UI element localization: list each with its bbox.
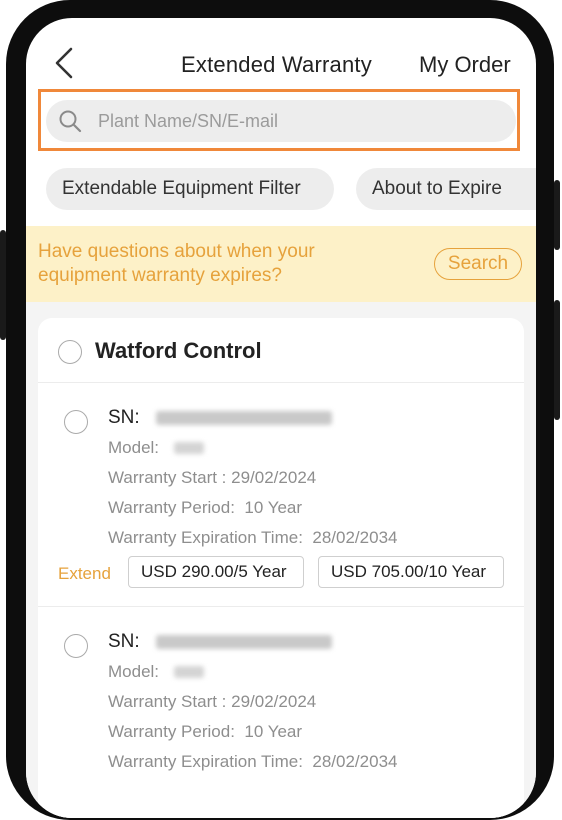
page-title: Extended Warranty xyxy=(181,52,372,77)
sn-value-redacted xyxy=(156,411,332,425)
back-arrow-icon xyxy=(55,47,73,79)
warranty-period-label: Warranty Period: xyxy=(108,722,235,741)
device-select-radio[interactable] xyxy=(64,634,88,658)
phone-side-button-right xyxy=(554,300,560,420)
plant-name: Watford Control xyxy=(95,338,262,363)
back-button[interactable] xyxy=(52,46,78,80)
warranty-expiration-value: 28/02/2034 xyxy=(312,528,398,547)
device-select-radio[interactable] xyxy=(64,410,88,434)
model-label: Model: xyxy=(108,438,160,457)
warranty-start-row: Warranty Start : 29/02/2024 xyxy=(108,692,316,712)
warranty-expiration-row: Warranty Expiration Time: 28/02/2034 xyxy=(108,752,397,772)
warranty-expiration-label: Warranty Expiration Time: xyxy=(108,528,303,547)
warranty-period-value: 10 Year xyxy=(244,722,303,741)
filter-chips: Extendable Equipment Filter About to Exp… xyxy=(46,168,536,210)
info-banner: Have questions about when your equipment… xyxy=(26,226,536,302)
warranty-expiration-value: 28/02/2034 xyxy=(312,752,398,771)
device-item: SN: Model: Warranty Start : 29/02/2024 W… xyxy=(38,386,524,606)
model-value-redacted xyxy=(174,666,204,678)
device-item: SN: Model: Warranty Start : 29/02/2024 W… xyxy=(38,610,524,818)
banner-search-button[interactable]: Search xyxy=(434,248,522,280)
warranty-expiration-label: Warranty Expiration Time: xyxy=(108,752,303,771)
warranty-period-row: Warranty Period: 10 Year xyxy=(108,722,302,742)
item-divider xyxy=(38,606,524,607)
search-icon xyxy=(59,110,82,133)
model-label: Model: xyxy=(108,662,160,681)
extend-label: Extend xyxy=(58,564,111,583)
warranty-start-value: 29/02/2024 xyxy=(231,468,317,487)
model-value-redacted xyxy=(174,442,204,454)
warranty-period-row: Warranty Period: 10 Year xyxy=(108,498,302,518)
group-select-radio[interactable] xyxy=(58,340,82,364)
my-order-link[interactable]: My Order xyxy=(419,52,511,78)
warranty-period-label: Warranty Period: xyxy=(108,498,235,517)
sn-value-redacted xyxy=(156,635,332,649)
card-divider xyxy=(38,382,524,383)
top-bar: Extended Warranty My Order xyxy=(26,18,536,98)
filter-chip-about-to-expire[interactable]: About to Expire xyxy=(356,168,536,210)
banner-text: Have questions about when your equipment… xyxy=(38,241,315,286)
warranty-start-value: 29/02/2024 xyxy=(231,692,317,711)
phone-side-button-right-top xyxy=(554,180,560,250)
sn-label: SN: xyxy=(108,407,140,428)
warranty-expiration-row: Warranty Expiration Time: 28/02/2034 xyxy=(108,528,397,548)
warranty-start-label: Warranty Start : xyxy=(108,692,227,711)
app-screen: Extended Warranty My Order Extendable Eq… xyxy=(26,18,536,818)
warranty-start-row: Warranty Start : 29/02/2024 xyxy=(108,468,316,488)
filter-chip-extendable[interactable]: Extendable Equipment Filter xyxy=(46,168,334,210)
search-bar[interactable] xyxy=(46,100,516,142)
phone-side-button-left xyxy=(0,230,6,340)
warranty-period-value: 10 Year xyxy=(244,498,303,517)
extend-10-year-button[interactable]: USD 705.00/10 Year xyxy=(318,556,504,588)
sn-label: SN: xyxy=(108,631,140,652)
plant-card: Watford Control SN: Model: Warranty Star… xyxy=(38,318,524,818)
warranty-start-label: Warranty Start : xyxy=(108,468,227,487)
search-input[interactable] xyxy=(98,100,498,142)
extend-5-year-button[interactable]: USD 290.00/5 Year xyxy=(128,556,304,588)
